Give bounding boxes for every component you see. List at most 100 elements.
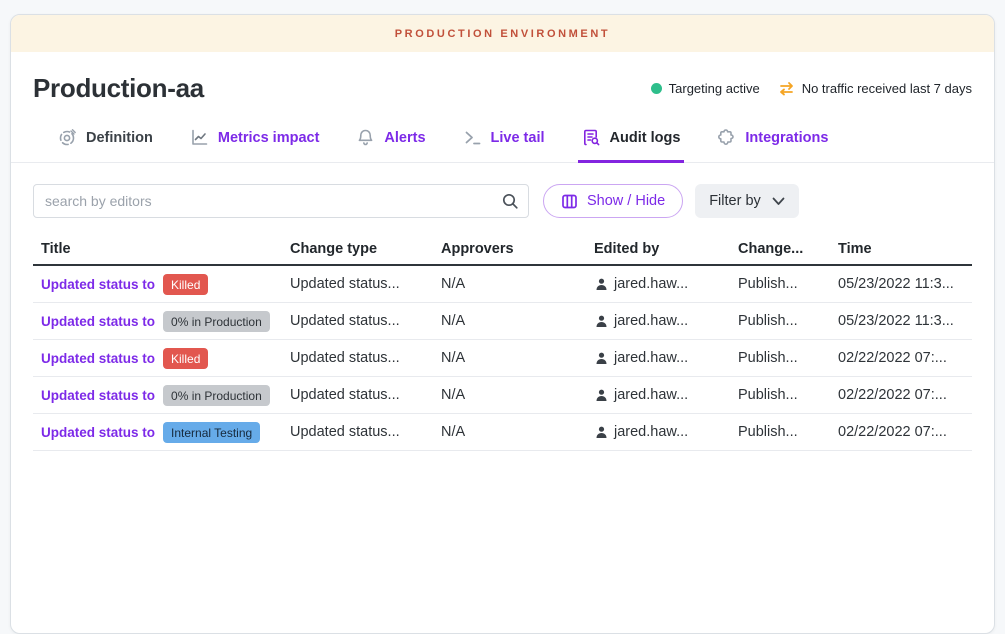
row-title-link[interactable]: Updated status to — [41, 425, 155, 440]
time-cell: 05/23/2022 11:3... — [838, 313, 972, 329]
approvers-cell: N/A — [441, 350, 594, 366]
edited-by-cell: jared.haw... — [594, 424, 738, 440]
table-toolbar: Show / Hide Filter by — [11, 163, 994, 218]
person-icon — [594, 351, 609, 366]
environment-card: PRODUCTION ENVIRONMENT Production-aa Tar… — [10, 14, 995, 634]
change-type-cell: Updated status... — [290, 424, 441, 440]
show-hide-button[interactable]: Show / Hide — [543, 184, 683, 218]
title-cell: Updated status to Killed — [33, 348, 290, 369]
title-cell: Updated status to 0% in Production — [33, 311, 290, 332]
targeting-status-label: Targeting active — [669, 81, 760, 96]
table-row[interactable]: Updated status to Killed Updated status.… — [33, 266, 972, 303]
show-hide-label: Show / Hide — [587, 193, 665, 209]
title-cell: Updated status to Killed — [33, 274, 290, 295]
green-status-dot-icon — [651, 83, 662, 94]
status-badge: Internal Testing — [163, 422, 260, 443]
filter-by-label: Filter by — [709, 193, 761, 209]
tab-definition[interactable]: Definition — [56, 118, 155, 162]
tab-label: Audit logs — [610, 130, 681, 146]
tab-bar: Definition Metrics impact Alerts Live ta… — [11, 116, 994, 163]
tab-metrics-impact[interactable]: Metrics impact — [188, 118, 322, 162]
bell-icon — [356, 128, 375, 147]
column-header-change[interactable]: Change... — [738, 241, 838, 257]
traffic-status: No traffic received last 7 days — [778, 81, 972, 96]
row-title-link[interactable]: Updated status to — [41, 314, 155, 329]
status-badge: Killed — [163, 274, 208, 295]
search-icon — [501, 192, 519, 210]
status-badge: 0% in Production — [163, 311, 270, 332]
target-icon — [58, 128, 77, 147]
change-cell: Publish... — [738, 424, 838, 440]
column-header-title[interactable]: Title — [33, 241, 290, 257]
person-icon — [594, 425, 609, 440]
line-chart-icon — [190, 128, 209, 147]
tab-alerts[interactable]: Alerts — [354, 118, 427, 162]
tab-label: Integrations — [745, 130, 828, 146]
title-cell: Updated status to 0% in Production — [33, 385, 290, 406]
tab-audit-logs[interactable]: Audit logs — [580, 118, 683, 162]
tab-label: Definition — [86, 130, 153, 146]
person-icon — [594, 388, 609, 403]
traffic-arrows-icon — [778, 81, 795, 96]
terminal-icon — [463, 128, 482, 147]
time-cell: 02/22/2022 07:... — [838, 350, 972, 366]
table-row[interactable]: Updated status to 0% in Production Updat… — [33, 377, 972, 414]
search-input[interactable] — [33, 184, 529, 218]
banner-label: PRODUCTION ENVIRONMENT — [395, 28, 610, 40]
change-type-cell: Updated status... — [290, 350, 441, 366]
puzzle-icon — [717, 128, 736, 147]
tab-live-tail[interactable]: Live tail — [461, 118, 547, 162]
column-header-change-type[interactable]: Change type — [290, 241, 441, 257]
time-cell: 02/22/2022 07:... — [838, 387, 972, 403]
time-cell: 02/22/2022 07:... — [838, 424, 972, 440]
edited-by-cell: jared.haw... — [594, 313, 738, 329]
person-icon — [594, 277, 609, 292]
change-cell: Publish... — [738, 387, 838, 403]
targeting-status: Targeting active — [651, 81, 760, 96]
edited-by-text: jared.haw... — [614, 424, 688, 440]
traffic-status-label: No traffic received last 7 days — [802, 81, 972, 96]
tab-integrations[interactable]: Integrations — [715, 118, 830, 162]
filter-by-button[interactable]: Filter by — [695, 184, 799, 218]
table-row[interactable]: Updated status to 0% in Production Updat… — [33, 303, 972, 340]
edited-by-text: jared.haw... — [614, 313, 688, 329]
column-header-approvers[interactable]: Approvers — [441, 241, 594, 257]
change-type-cell: Updated status... — [290, 313, 441, 329]
edited-by-cell: jared.haw... — [594, 387, 738, 403]
chevron-down-icon — [772, 197, 785, 206]
row-title-link[interactable]: Updated status to — [41, 351, 155, 366]
edited-by-text: jared.haw... — [614, 387, 688, 403]
change-cell: Publish... — [738, 276, 838, 292]
edited-by-text: jared.haw... — [614, 276, 688, 292]
tab-label: Metrics impact — [218, 130, 320, 146]
document-search-icon — [582, 128, 601, 147]
page-header: Production-aa Targeting active No traffi… — [11, 52, 994, 116]
change-cell: Publish... — [738, 313, 838, 329]
column-header-edited-by[interactable]: Edited by — [594, 241, 738, 257]
page-title: Production-aa — [33, 73, 204, 104]
status-badge: 0% in Production — [163, 385, 270, 406]
table-row[interactable]: Updated status to Killed Updated status.… — [33, 340, 972, 377]
change-type-cell: Updated status... — [290, 387, 441, 403]
audit-log-table: Title Change type Approvers Edited by Ch… — [33, 233, 972, 451]
status-group: Targeting active No traffic received las… — [651, 81, 972, 96]
tab-label: Live tail — [491, 130, 545, 146]
row-title-link[interactable]: Updated status to — [41, 277, 155, 292]
tab-label: Alerts — [384, 130, 425, 146]
change-type-cell: Updated status... — [290, 276, 441, 292]
edited-by-cell: jared.haw... — [594, 350, 738, 366]
row-title-link[interactable]: Updated status to — [41, 388, 155, 403]
search-field-wrap — [33, 184, 529, 218]
approvers-cell: N/A — [441, 387, 594, 403]
edited-by-text: jared.haw... — [614, 350, 688, 366]
approvers-cell: N/A — [441, 313, 594, 329]
table-body: Updated status to Killed Updated status.… — [33, 266, 972, 451]
change-cell: Publish... — [738, 350, 838, 366]
approvers-cell: N/A — [441, 276, 594, 292]
column-header-time[interactable]: Time — [838, 241, 972, 257]
time-cell: 05/23/2022 11:3... — [838, 276, 972, 292]
table-row[interactable]: Updated status to Internal Testing Updat… — [33, 414, 972, 451]
approvers-cell: N/A — [441, 424, 594, 440]
production-environment-banner: PRODUCTION ENVIRONMENT — [11, 15, 994, 52]
table-header-row: Title Change type Approvers Edited by Ch… — [33, 233, 972, 266]
